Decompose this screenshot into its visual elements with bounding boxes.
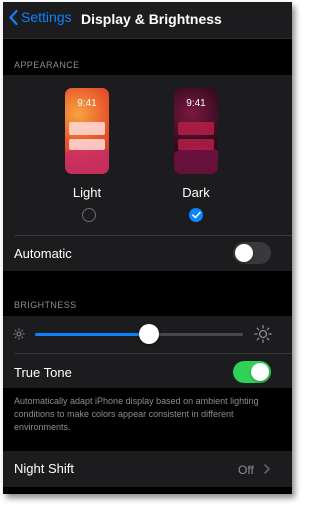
wallpaper-swirl bbox=[174, 146, 218, 174]
page-title: Display & Brightness bbox=[81, 11, 222, 27]
dark-mode-preview[interactable]: 9:41 bbox=[174, 88, 218, 174]
true-tone-label: True Tone bbox=[14, 365, 72, 380]
back-button[interactable]: Settings bbox=[9, 9, 72, 25]
chevron-left-icon bbox=[9, 9, 18, 25]
brightness-slider-fill bbox=[35, 333, 150, 336]
night-shift-value: Off bbox=[238, 463, 254, 477]
toggle-knob bbox=[235, 244, 253, 262]
preview-widget bbox=[178, 122, 214, 135]
settings-screen: Settings Display & Brightness APPEARANCE… bbox=[3, 2, 292, 494]
separator bbox=[14, 353, 292, 354]
dark-mode-radio[interactable] bbox=[189, 208, 203, 222]
preview-widget bbox=[69, 139, 105, 150]
preview-widget bbox=[178, 139, 214, 150]
night-shift-label: Night Shift bbox=[14, 461, 74, 476]
true-tone-toggle[interactable] bbox=[233, 361, 271, 383]
chevron-right-icon bbox=[264, 464, 270, 474]
automatic-toggle[interactable] bbox=[233, 242, 271, 264]
automatic-label: Automatic bbox=[14, 246, 72, 261]
preview-time: 9:41 bbox=[77, 98, 97, 109]
checkmark-icon bbox=[191, 211, 201, 219]
preview-time: 9:41 bbox=[186, 98, 206, 109]
appearance-group: 9:41 9:41 Light Dark Automatic bbox=[3, 75, 292, 271]
separator bbox=[14, 235, 292, 236]
preview-widget bbox=[69, 122, 105, 135]
night-shift-row[interactable]: Night Shift Off bbox=[3, 451, 292, 487]
toggle-knob bbox=[251, 363, 269, 381]
light-mode-radio[interactable] bbox=[82, 208, 96, 222]
wallpaper-swirl bbox=[65, 146, 109, 174]
appearance-section-header: APPEARANCE bbox=[14, 60, 80, 70]
light-mode-label: Light bbox=[72, 185, 102, 200]
sun-small-icon bbox=[13, 328, 25, 340]
dark-mode-label: Dark bbox=[182, 185, 210, 200]
brightness-group: True Tone bbox=[3, 316, 292, 388]
true-tone-footnote: Automatically adapt iPhone display based… bbox=[14, 396, 259, 432]
brightness-slider-knob[interactable] bbox=[139, 324, 160, 344]
brightness-section-header: BRIGHTNESS bbox=[14, 300, 77, 310]
back-label: Settings bbox=[21, 9, 72, 25]
brightness-slider[interactable] bbox=[35, 324, 243, 344]
navigation-bar: Settings Display & Brightness bbox=[3, 2, 292, 39]
light-mode-preview[interactable]: 9:41 bbox=[65, 88, 109, 174]
sun-large-icon bbox=[254, 325, 272, 343]
